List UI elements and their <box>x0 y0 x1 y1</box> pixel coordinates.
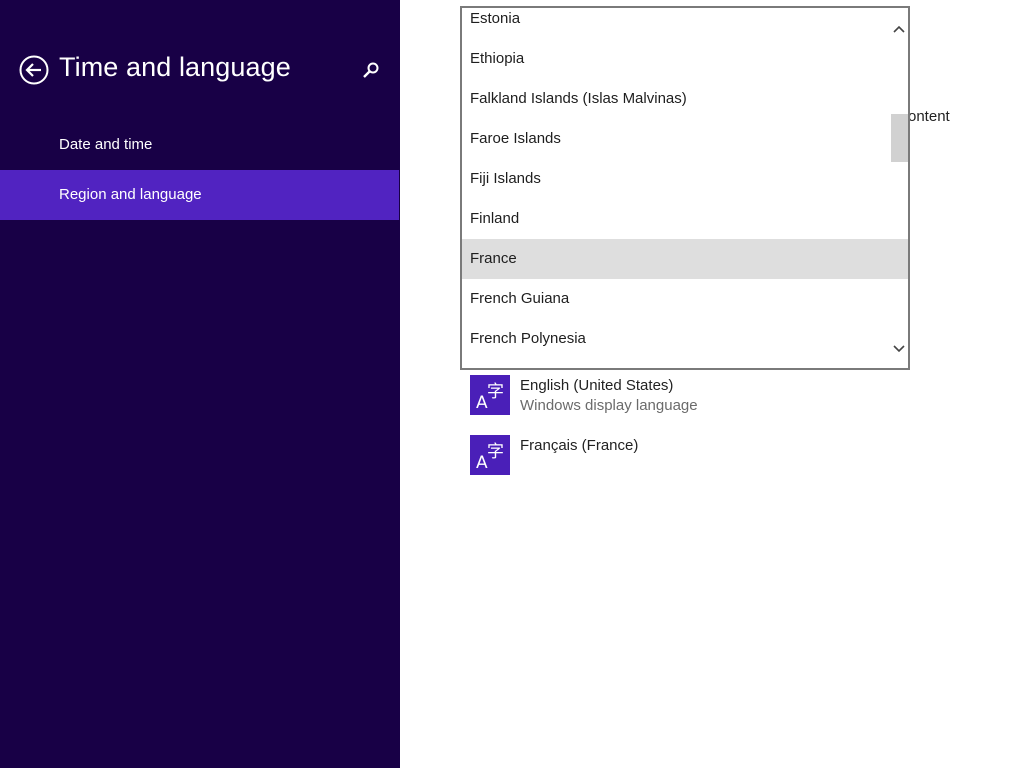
option-label: Ethiopia <box>470 50 525 67</box>
option-label: Falkland Islands (Islas Malvinas) <box>470 90 687 107</box>
scroll-thumb[interactable] <box>891 114 908 162</box>
svg-text:字: 字 <box>487 442 504 462</box>
list-item-estonia[interactable]: Estonia <box>462 8 908 39</box>
option-label: French Guiana <box>470 290 570 307</box>
list-item-french-polynesia[interactable]: French Polynesia <box>462 319 908 359</box>
language-item-francais-france[interactable]: A 字 Français (France) <box>470 435 890 483</box>
language-icon: A 字 <box>476 382 504 413</box>
chevron-down-icon <box>893 345 905 353</box>
option-label: Fiji Islands <box>470 170 541 187</box>
option-label: France <box>470 250 517 267</box>
scroll-up-button[interactable] <box>890 18 908 40</box>
language-name: English (United States) <box>520 377 674 394</box>
settings-window: Time and language Date and time Region a… <box>0 0 1024 768</box>
option-label: French Polynesia <box>470 330 586 347</box>
dropdown-scrollbar[interactable] <box>890 8 908 368</box>
chevron-up-icon <box>893 25 905 33</box>
language-item-english-us[interactable]: A 字 English (United States) Windows disp… <box>470 375 890 423</box>
option-label: Estonia <box>470 10 521 27</box>
list-item-fiji-islands[interactable]: Fiji Islands <box>462 159 908 199</box>
page-title: Time and language <box>59 52 291 82</box>
list-item-france[interactable]: France <box>462 239 908 279</box>
back-arrow-icon <box>19 55 49 85</box>
language-tile: A 字 <box>470 435 510 475</box>
language-tile: A 字 <box>470 375 510 415</box>
list-item-falkland-islands[interactable]: Falkland Islands (Islas Malvinas) <box>462 79 908 119</box>
svg-text:字: 字 <box>487 382 504 402</box>
sidebar-item-date-and-time[interactable]: Date and time <box>0 120 399 170</box>
scroll-down-button[interactable] <box>890 338 908 360</box>
sidebar-item-label: Date and time <box>59 136 153 153</box>
list-item-finland[interactable]: Finland <box>462 199 908 239</box>
search-button[interactable] <box>360 60 382 82</box>
sidebar-item-label: Region and language <box>59 186 202 203</box>
list-item-faroe-islands[interactable]: Faroe Islands <box>462 119 908 159</box>
sidebar-item-region-and-language[interactable]: Region and language <box>0 170 399 220</box>
sidebar: Time and language Date and time Region a… <box>0 0 400 768</box>
option-label: Faroe Islands <box>470 130 561 147</box>
search-icon <box>363 62 379 78</box>
list-item-ethiopia[interactable]: Ethiopia <box>462 39 908 79</box>
option-label: Finland <box>470 210 520 227</box>
language-icon: A 字 <box>476 442 504 473</box>
list-item-french-guiana[interactable]: French Guiana <box>462 279 908 319</box>
partial-label: ontent <box>908 108 950 125</box>
language-name: Français (France) <box>520 437 639 454</box>
language-subtitle: Windows display language <box>520 397 698 414</box>
back-button[interactable] <box>19 55 49 85</box>
country-region-dropdown[interactable]: Estonia Ethiopia Falkland Islands (Islas… <box>460 6 910 370</box>
